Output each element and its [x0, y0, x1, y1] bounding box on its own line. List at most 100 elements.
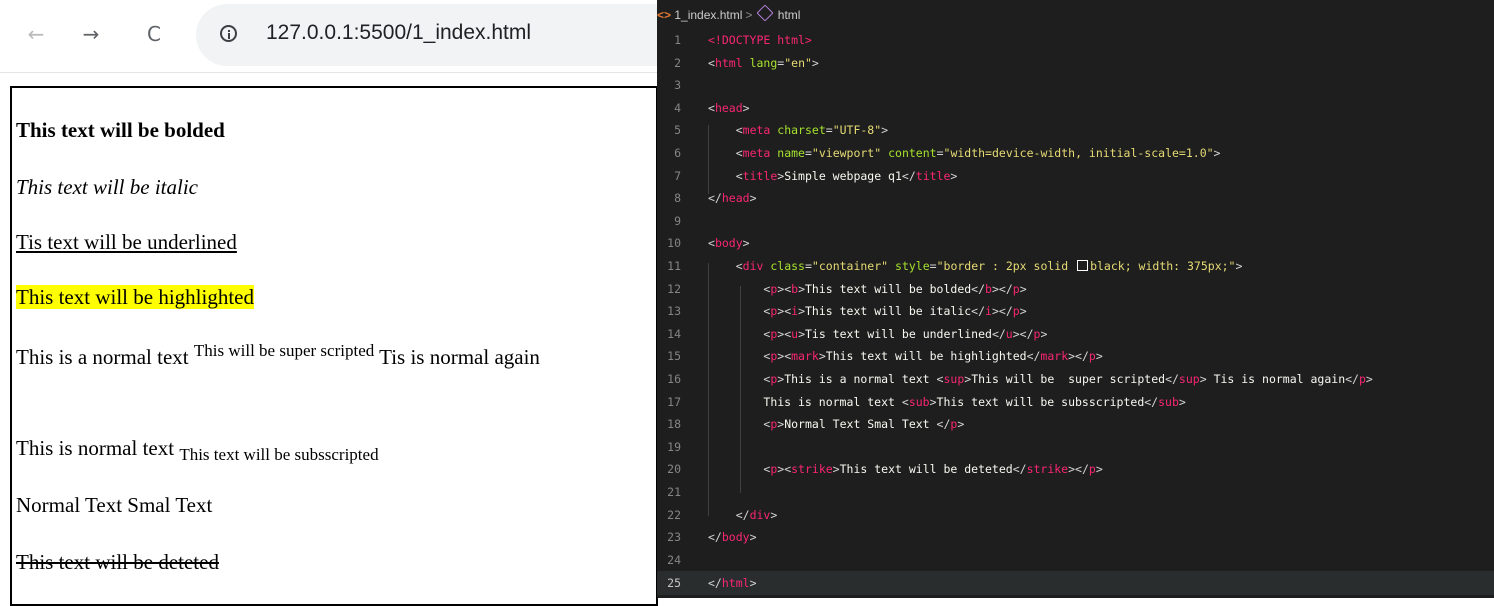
arrow-right-icon[interactable]: → — [77, 20, 105, 48]
code-line[interactable]: 13 <p><i>This text will be italic</i></p… — [657, 300, 1494, 323]
breadcrumb: <> 1_index.html > html — [657, 4, 801, 25]
normal-paragraph: Normal Text Smal Text — [16, 493, 213, 517]
code-line[interactable]: 14 <p><u>Tis text will be underlined</u>… — [657, 323, 1494, 346]
toolbar-divider — [0, 72, 657, 73]
line-number: 8 — [674, 191, 681, 206]
line-code: <head> — [708, 100, 750, 115]
line-number: 23 — [667, 530, 681, 545]
code-line[interactable]: 9 — [657, 210, 1494, 233]
line-code: <body> — [708, 236, 750, 251]
line-number: 20 — [667, 462, 681, 477]
code-line[interactable]: 18 <p>Normal Text Smal Text </p> — [657, 413, 1494, 436]
code-line[interactable]: 11 <div class="container" style="border … — [657, 255, 1494, 278]
url-text[interactable]: 127.0.0.1:5500/1_index.html — [266, 21, 531, 45]
html-file-icon: <> — [657, 8, 672, 22]
line-number: 17 — [667, 394, 681, 409]
code-line[interactable]: 2 <html lang="en"> — [657, 52, 1494, 75]
line-code: <html lang="en"> — [708, 55, 819, 70]
sub-before-text: This is normal text — [16, 436, 180, 460]
code-line[interactable]: 1 <!DOCTYPE html> — [657, 29, 1494, 52]
line-code: <div class="container" style="border : 2… — [735, 259, 1243, 273]
line-code: <meta charset="UTF-8"> — [735, 123, 889, 138]
sup-before-text: This is a normal text — [16, 345, 194, 369]
reload-icon[interactable]: C — [140, 20, 168, 48]
line-number: 12 — [667, 281, 681, 296]
line-number: 16 — [667, 372, 681, 386]
line-code: <meta name="viewport" content="width=dev… — [735, 146, 1221, 160]
line-number: 13 — [667, 304, 681, 319]
breadcrumb-symbol[interactable]: html — [778, 8, 801, 22]
subscript-line: This is normal text This text will be su… — [16, 435, 379, 464]
line-number: 6 — [674, 146, 681, 160]
code-line[interactable]: 16 <p>This is a normal text <sup>This wi… — [657, 368, 1494, 391]
code-line[interactable]: 10 <body> — [657, 232, 1494, 255]
line-number: 4 — [674, 100, 681, 115]
superscript-text: This will be super scripted — [193, 341, 375, 360]
line-number: 21 — [667, 485, 681, 499]
line-code: <p><b>This text will be bolded</b></p> — [763, 281, 1027, 296]
site-info-icon[interactable] — [220, 25, 237, 42]
line-code: </head> — [708, 191, 757, 206]
highlighted-text: This text will be highlighted — [16, 285, 254, 309]
code-line[interactable]: 5 <meta charset="UTF-8"> — [657, 119, 1494, 142]
line-code: <p><mark>This text will be highlighted</… — [763, 349, 1103, 364]
color-swatch[interactable] — [1077, 260, 1089, 271]
line-code: <p><strike>This text will be deteted</st… — [763, 462, 1103, 477]
code-line[interactable]: 8 </head> — [657, 187, 1494, 210]
code-line[interactable]: 24 — [657, 549, 1494, 572]
line-number: 5 — [674, 123, 681, 138]
line-number: 2 — [674, 55, 681, 70]
line-number: 3 — [674, 78, 681, 93]
browser-toolbar: ← → C 127.0.0.1:5500/1_index.html — [0, 0, 657, 72]
strike-paragraph: This text will be deteted — [16, 550, 219, 574]
address-bar[interactable]: 127.0.0.1:5500/1_index.html — [196, 4, 657, 66]
italic-paragraph: This text will be italic — [16, 174, 198, 200]
arrow-left-icon[interactable]: ← — [22, 20, 50, 48]
line-number: 24 — [667, 552, 681, 567]
italic-text: This text will be italic — [16, 175, 198, 199]
line-number: 18 — [667, 417, 681, 432]
code-line[interactable]: 7 <title>Simple webpage q1</title> — [657, 165, 1494, 188]
line-number: 1 — [674, 33, 681, 47]
line-number: 9 — [674, 213, 681, 228]
underline-paragraph: Tis text will be underlined — [16, 230, 237, 254]
line-code: <p><u>Tis text will be underlined</u></p… — [763, 326, 1048, 341]
code-line[interactable]: 21 — [657, 481, 1494, 504]
code-line[interactable]: 22 </div> — [657, 504, 1494, 527]
code-line[interactable]: 17 This is normal text <sub>This text wi… — [657, 391, 1494, 414]
line-number: 19 — [667, 439, 681, 454]
code-line[interactable]: 3 — [657, 74, 1494, 97]
code-line[interactable]: 15 <p><mark>This text will be highlighte… — [657, 345, 1494, 368]
code-line-current[interactable]: 25 </html> — [657, 571, 1494, 596]
line-code: <p>Normal Text Smal Text </p> — [763, 417, 965, 432]
line-code: <!DOCTYPE html> — [708, 33, 812, 47]
superscript-paragraph: This is a normal text This will be super… — [16, 341, 646, 370]
bold-text: This text will be bolded — [16, 118, 225, 142]
sup-after-text: Tis is normal again — [374, 345, 540, 369]
line-code: This is normal text <sub>This text will … — [763, 394, 1186, 409]
line-number: 25 — [667, 576, 681, 591]
code-line[interactable]: 23 </body> — [657, 526, 1494, 549]
line-number: 11 — [667, 259, 681, 273]
line-code: <p><i>This text will be italic</i></p> — [763, 304, 1027, 319]
code-line[interactable]: 20 <p><strike>This text will be deteted<… — [657, 458, 1494, 481]
subscript-text: This text will be subsscripted — [179, 445, 379, 464]
line-number: 7 — [674, 168, 681, 183]
code-line[interactable]: 4 <head> — [657, 97, 1494, 120]
code-line[interactable]: 6 <meta name="viewport" content="width=d… — [657, 142, 1494, 165]
line-number: 14 — [667, 326, 681, 341]
symbol-cube-icon — [756, 4, 774, 22]
highlight-paragraph: This text will be highlighted — [16, 284, 254, 310]
line-code: </div> — [735, 507, 778, 522]
code-editor[interactable]: <> 1_index.html > html 1 <!DOCTYPE html> 2… — [657, 0, 1494, 598]
line-code: <title>Simple webpage q1</title> — [735, 168, 958, 183]
line-number: 22 — [667, 507, 681, 522]
line-number: 10 — [667, 236, 681, 251]
bold-paragraph: This text will be bolded — [16, 117, 225, 143]
breadcrumb-separator: > — [745, 8, 753, 22]
line-code: <p>This is a normal text <sup>This will … — [763, 372, 1373, 386]
container-div: This text will be bolded This text will … — [10, 86, 658, 606]
code-line[interactable]: 12 <p><b>This text will be bolded</b></p… — [657, 278, 1494, 301]
code-line[interactable]: 19 — [657, 436, 1494, 459]
breadcrumb-file[interactable]: 1_index.html — [674, 8, 742, 22]
